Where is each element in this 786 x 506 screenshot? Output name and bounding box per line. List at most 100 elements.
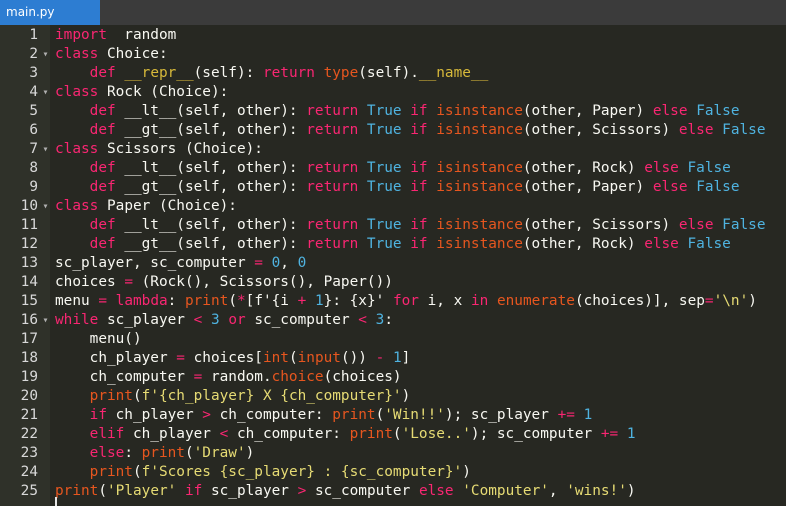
code-token: menu xyxy=(55,293,99,309)
code-token: 'Lose..' xyxy=(401,426,471,442)
code-token: Rock (Choice): xyxy=(98,84,229,100)
code-token: 'wins!' xyxy=(566,483,627,499)
tab-main-py[interactable]: main.py xyxy=(0,0,100,25)
code-token: ); sc_player xyxy=(444,407,558,423)
code-line[interactable]: 17 menu() xyxy=(0,330,786,349)
code-token: f'{ch_player} X {ch_computer}' xyxy=(141,388,402,404)
code-token: Scissors (Choice): xyxy=(98,141,263,157)
fold-toggle-icon[interactable]: ▾ xyxy=(41,83,50,102)
code-token: class xyxy=(55,141,99,157)
code-line[interactable]: 20 print(f'{ch_player} X {ch_computer}') xyxy=(0,387,786,406)
code-token: ] xyxy=(401,350,411,366)
code-line[interactable]: 16 ▾ while sc_player < 3 or sc_computer < … xyxy=(0,311,786,330)
line-number: 10 xyxy=(20,198,38,214)
code-token: 1 xyxy=(314,293,324,309)
code-token: ch_player xyxy=(106,407,203,423)
code-text: print('Player' if sc_player > sc_compute… xyxy=(55,482,636,501)
code-line[interactable]: 11 def __lt__(self, other): return True … xyxy=(0,216,786,235)
code-token: 3 xyxy=(210,312,220,328)
code-token: = xyxy=(176,350,185,366)
code-token: return xyxy=(262,65,315,81)
code-line[interactable]: 8 def __lt__(self, other): return True i… xyxy=(0,159,786,178)
code-line[interactable]: 14 choices = (Rock(), Scissors(), Paper()… xyxy=(0,273,786,292)
code-token: lambda xyxy=(115,293,168,309)
code-token: def xyxy=(89,217,116,233)
code-token: (choices)], sep xyxy=(574,293,705,309)
code-token: __lt__(self, other): xyxy=(115,160,307,176)
code-line[interactable]: 7 ▾ class Scissors (Choice): xyxy=(0,140,786,159)
code-token: 1 xyxy=(392,350,402,366)
fold-toggle-icon[interactable]: ▾ xyxy=(41,197,50,216)
code-token: , xyxy=(548,483,567,499)
code-line[interactable]: 6 def __gt__(self, other): return True i… xyxy=(0,121,786,140)
code-line[interactable]: 4 ▾ class Rock (Choice): xyxy=(0,83,786,102)
fold-toggle-icon[interactable]: ▾ xyxy=(41,140,50,159)
tab-bar: main.py xyxy=(0,0,786,25)
code-line[interactable]: 19 ch_computer = random.choice(choices) xyxy=(0,368,786,387)
code-token: 'Player' xyxy=(107,483,177,499)
code-token: else xyxy=(644,236,679,252)
code-editor[interactable]: 1 import random 2 ▾ class Choice: 3 def __rep… xyxy=(0,25,786,506)
code-token: else xyxy=(652,179,688,195)
code-text: while sc_player < 3 or sc_computer < 3: xyxy=(55,311,393,330)
line-number: 13 xyxy=(20,255,38,271)
code-token: type xyxy=(323,65,359,81)
code-text: def __gt__(self, other): return True if … xyxy=(55,121,766,140)
code-text: class Rock (Choice): xyxy=(55,83,228,102)
code-line[interactable]: 18 ch_player = choices[int(input()) - 1] xyxy=(0,349,786,368)
code-token: import xyxy=(55,27,107,43)
code-token: False xyxy=(687,236,731,252)
code-token: ) xyxy=(748,293,757,309)
code-line[interactable]: 9 def __gt__(self, other): return True i… xyxy=(0,178,786,197)
line-number: 16 xyxy=(20,312,38,328)
code-token: (other, Rock) xyxy=(522,236,645,252)
code-text: def __gt__(self, other): return True if … xyxy=(55,235,731,254)
code-token: or xyxy=(228,312,246,328)
code-line[interactable]: 12 def __gt__(self, other): return True … xyxy=(0,235,786,254)
code-token: def xyxy=(89,160,116,176)
code-line[interactable]: 13 sc_player, sc_computer = 0, 0 xyxy=(0,254,786,273)
code-token: = xyxy=(254,255,263,271)
code-token: def xyxy=(89,103,116,119)
line-number: 8 xyxy=(29,160,38,176)
code-token: True xyxy=(366,103,402,119)
code-line[interactable]: 25 print('Player' if sc_player > sc_compu… xyxy=(0,482,786,501)
code-line[interactable]: 15 menu = lambda: print(*[f'{i + 1}: {x}'… xyxy=(0,292,786,311)
code-token: __repr__ xyxy=(124,65,194,81)
code-token: return xyxy=(306,103,359,119)
fold-toggle-icon[interactable]: ▾ xyxy=(41,311,50,330)
code-token: ch_computer xyxy=(55,369,194,385)
code-token: < xyxy=(193,312,203,328)
code-text: menu = lambda: print(*[f'{i + 1}: {x}' f… xyxy=(55,292,757,311)
code-token: ( xyxy=(288,350,298,366)
code-token: ( xyxy=(392,426,402,442)
code-token: else xyxy=(418,483,454,499)
code-token: ch_computer: xyxy=(228,426,350,442)
code-text: print(f'Scores {sc_player} : {sc_compute… xyxy=(55,463,471,482)
code-token: def xyxy=(89,179,116,195)
code-line[interactable]: 2 ▾ class Choice: xyxy=(0,45,786,64)
code-line[interactable]: 22 elif ch_player < ch_computer: print('… xyxy=(0,425,786,444)
code-line[interactable]: 23 else: print('Draw') xyxy=(0,444,786,463)
code-token: False xyxy=(687,160,731,176)
code-token: while xyxy=(55,312,99,328)
code-line[interactable]: 10 ▾ class Paper (Choice): xyxy=(0,197,786,216)
code-token: ( xyxy=(98,483,107,499)
code-line[interactable]: 24 print(f'Scores {sc_player} : {sc_comp… xyxy=(0,463,786,482)
code-line[interactable]: 3 def __repr__(self): return type(self).… xyxy=(0,64,786,83)
code-token: isinstance xyxy=(436,179,523,195)
code-line[interactable]: 5 def __lt__(self, other): return True i… xyxy=(0,102,786,121)
fold-toggle-icon[interactable]: ▾ xyxy=(41,45,50,64)
code-line[interactable]: 1 import random xyxy=(0,26,786,45)
code-token: if xyxy=(410,236,428,252)
code-line[interactable]: 21 if ch_player > ch_computer: print('Wi… xyxy=(0,406,786,425)
